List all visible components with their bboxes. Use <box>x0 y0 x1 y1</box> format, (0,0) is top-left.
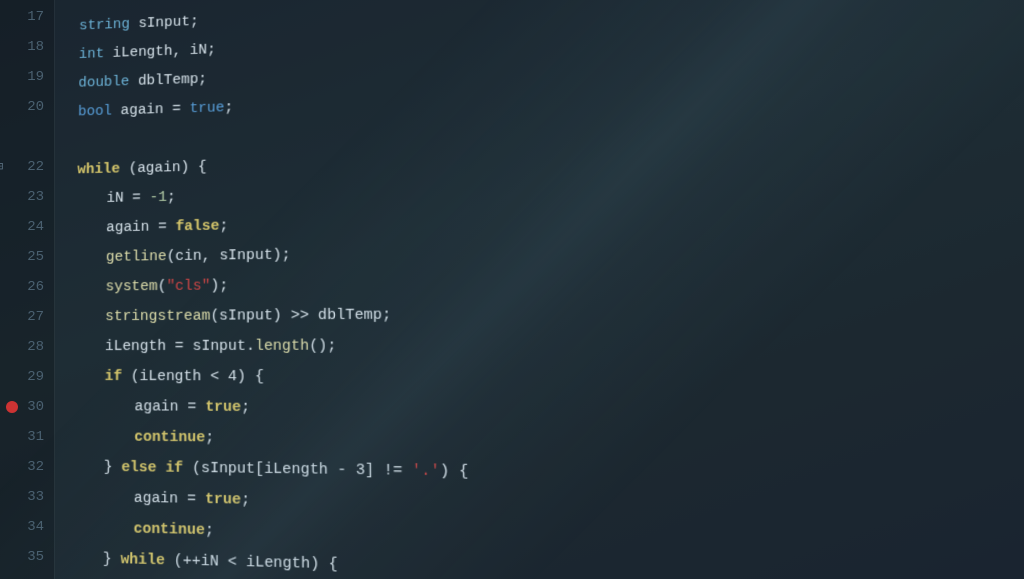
line-num-20: 20 <box>24 92 44 122</box>
line-num-34: 34 <box>24 512 44 542</box>
code-area: string sInput; int iLength, iN; double d… <box>55 0 1024 579</box>
token: dblTemp; <box>129 65 207 97</box>
token: (++iN < iLength) { <box>165 546 338 579</box>
line-num-25: 25 <box>24 242 44 272</box>
token: int <box>79 40 105 70</box>
token: '.' <box>412 456 441 488</box>
code-line-28: iLength = sInput. length (); <box>75 328 1024 362</box>
token: again = <box>134 483 205 515</box>
token: false <box>175 212 219 242</box>
line-num-22: 22 <box>24 152 44 182</box>
token: (); <box>309 331 337 362</box>
token: ; <box>167 183 176 213</box>
token: continue <box>133 514 205 546</box>
token: ; <box>205 423 214 454</box>
token: ( <box>158 272 167 302</box>
token: again = <box>134 392 205 423</box>
editor-container: 17 18 19 20 22 23 24 25 26 27 28 29 30 3… <box>0 0 1024 579</box>
token: double <box>78 68 129 98</box>
token: "cls" <box>166 272 210 302</box>
token: if <box>105 362 123 392</box>
code-line-29: if (iLength < 4) { <box>75 362 1024 396</box>
token: true <box>205 392 241 423</box>
line-num-31: 31 <box>24 422 44 452</box>
token: (sInput[iLength - 3] != <box>183 453 412 487</box>
token: } <box>104 453 122 484</box>
token: (iLength < 4) { <box>122 362 264 393</box>
token: true <box>205 484 241 516</box>
line-num-36: 36 <box>24 572 44 579</box>
line-num-17: 17 <box>24 2 44 32</box>
token: ; <box>205 515 214 546</box>
code-wrapper: string sInput; int iLength, iN; double d… <box>71 0 1024 579</box>
token: bool <box>78 97 112 127</box>
token-while: while <box>77 155 120 185</box>
token: iLength = sInput. <box>105 332 255 362</box>
token: length <box>255 331 309 362</box>
token: iLength, iN; <box>104 36 216 69</box>
line-num-24: 24 <box>24 212 44 242</box>
line-num-19: 19 <box>24 62 44 92</box>
token: again = <box>106 212 176 243</box>
token: true <box>189 94 224 124</box>
line-num-29: 29 <box>24 362 44 392</box>
token: while <box>120 545 165 577</box>
line-numbers: 17 18 19 20 22 23 24 25 26 27 28 29 30 3… <box>0 0 55 579</box>
token: continue <box>134 422 205 453</box>
line-num-blank <box>24 122 44 152</box>
line-num-28: 28 <box>24 332 44 362</box>
token: ; <box>219 212 228 242</box>
line-num-30: 30 <box>24 392 44 422</box>
line-num-23: 23 <box>24 182 44 212</box>
token: ; <box>241 485 250 516</box>
token: (cin, sInput); <box>167 241 291 272</box>
token: ; <box>241 393 250 424</box>
token: system <box>105 272 157 302</box>
token: string <box>79 10 130 41</box>
line-num-33: 33 <box>24 482 44 512</box>
token: getline <box>106 242 167 272</box>
token: -1 <box>149 183 167 213</box>
token: (again) { <box>120 153 207 184</box>
token: else if <box>121 453 183 484</box>
line-num-32: 32 <box>24 452 44 482</box>
token: sInput; <box>130 8 199 39</box>
token: iN = <box>106 183 149 213</box>
line-num-27: 27 <box>24 302 44 332</box>
token: (sInput) >> dblTemp; <box>210 300 391 331</box>
token: } <box>103 544 121 575</box>
token: again = <box>112 95 190 126</box>
line-num-26: 26 <box>24 272 44 302</box>
token: ); <box>210 271 228 301</box>
token: ) { <box>440 456 469 488</box>
token: ; <box>224 93 233 123</box>
line-num-35: 35 <box>24 542 44 572</box>
token: stringstream <box>105 302 210 333</box>
line-num-18: 18 <box>24 32 44 62</box>
